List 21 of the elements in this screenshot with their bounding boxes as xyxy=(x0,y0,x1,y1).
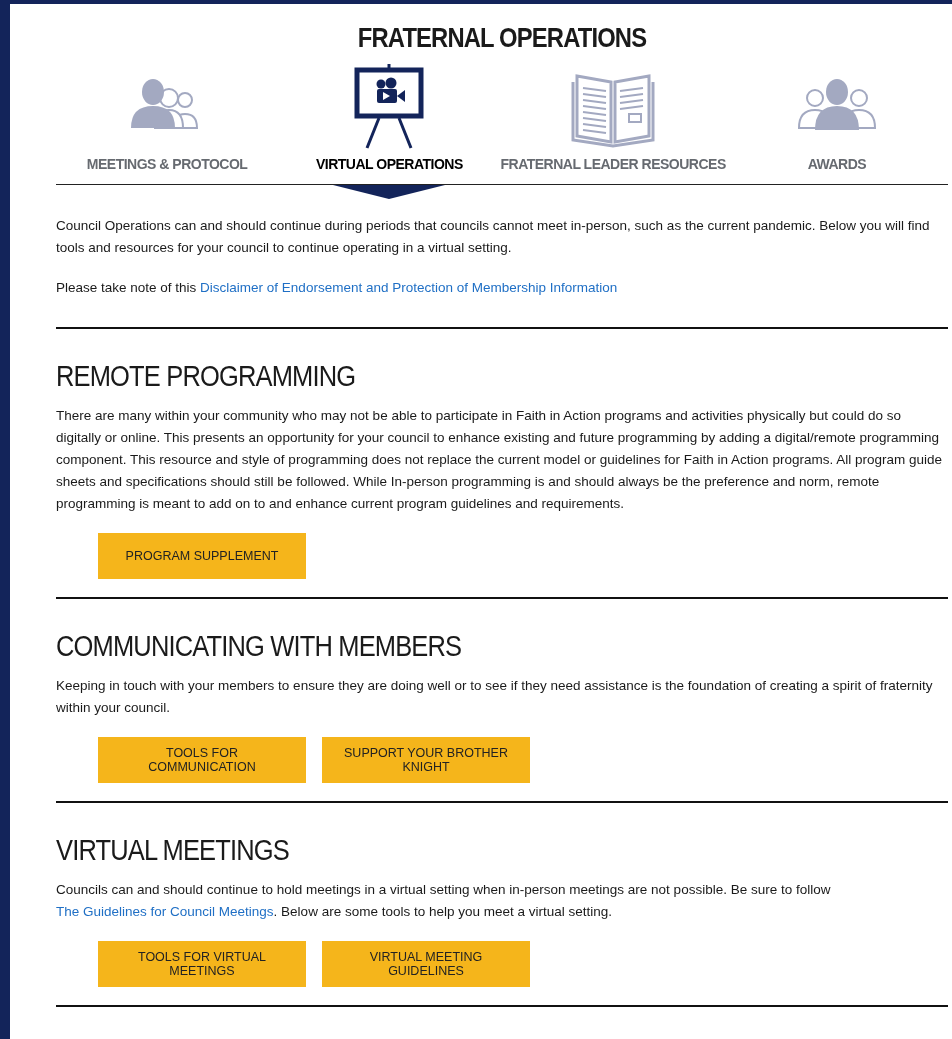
section-heading: COMMUNICATING WITH MEMBERS xyxy=(56,629,463,663)
intro-paragraph: Council Operations can and should continue during periods that councils cannot meet in-person, such as the current pandemic. Below you will find tools and resources for your council to continue operating in a virtual setting. xyxy=(56,217,931,257)
section-heading: REMOTE PROGRAMMING xyxy=(56,359,357,393)
category-tab[interactable]: FRATERNAL LEADER RESOURCES xyxy=(500,62,726,184)
category-tab[interactable]: MEETINGS & PROTOCOL xyxy=(56,62,279,184)
resource-button[interactable]: PROGRAM SUPPLEMENT xyxy=(98,533,306,579)
resource-button[interactable]: SUPPORT YOUR BROTHER KNIGHT xyxy=(322,737,530,783)
intro-paragraph: Please take note of this Disclaimer of Endorsement and Protection of Membership Information xyxy=(56,279,619,297)
section-paragraph: Councils can and should continue to hold meetings in a virtual setting when in-person meetings are not possible. Be sure to follow The Guidelines for Council Meetings. Below are some tools to help you meet a virtual setting. xyxy=(56,881,832,921)
page-title: FRATERNAL OPERATIONS xyxy=(356,21,648,54)
section-paragraph: There are many within your community who may not be able to participate in Faith in Action programs and activities physically but could do so digitally or online. This presents an opportunity for your council to enhance existing and future programming by adding a digital/remote programming component. This resource and style of programming does not replace the current model or guidelines for Faith in Action programs. All program guide sheets and specifications should still be followed. While In-person programming is and should always be the preference and norm, remote programming is meant to add on to and enhance current program guidelines and requirements. xyxy=(56,407,943,513)
resource-button[interactable]: VIRTUAL MEETING GUIDELINES xyxy=(322,941,530,987)
section-heading: VIRTUAL MEETINGS xyxy=(56,833,290,867)
category-tab[interactable]: VIRTUAL OPERATIONS xyxy=(278,62,501,184)
section-paragraph: Keeping in touch with your members to ensure they are doing well or to see if they need assistance is the foundation of creating a spirit of fraternity within your council. xyxy=(56,677,934,717)
resource-button[interactable]: TOOLS FOR COMMUNICATION xyxy=(98,737,306,783)
pointer-icon xyxy=(333,185,446,199)
text-link[interactable]: The Guidelines for Council Meetings xyxy=(56,904,274,919)
text-link[interactable]: Disclaimer of Endorsement and Protection of Membership Information xyxy=(200,280,618,295)
category-tab[interactable]: AWARDS xyxy=(725,62,948,184)
resource-button[interactable]: TOOLS FOR VIRTUAL MEETINGS xyxy=(98,941,306,987)
